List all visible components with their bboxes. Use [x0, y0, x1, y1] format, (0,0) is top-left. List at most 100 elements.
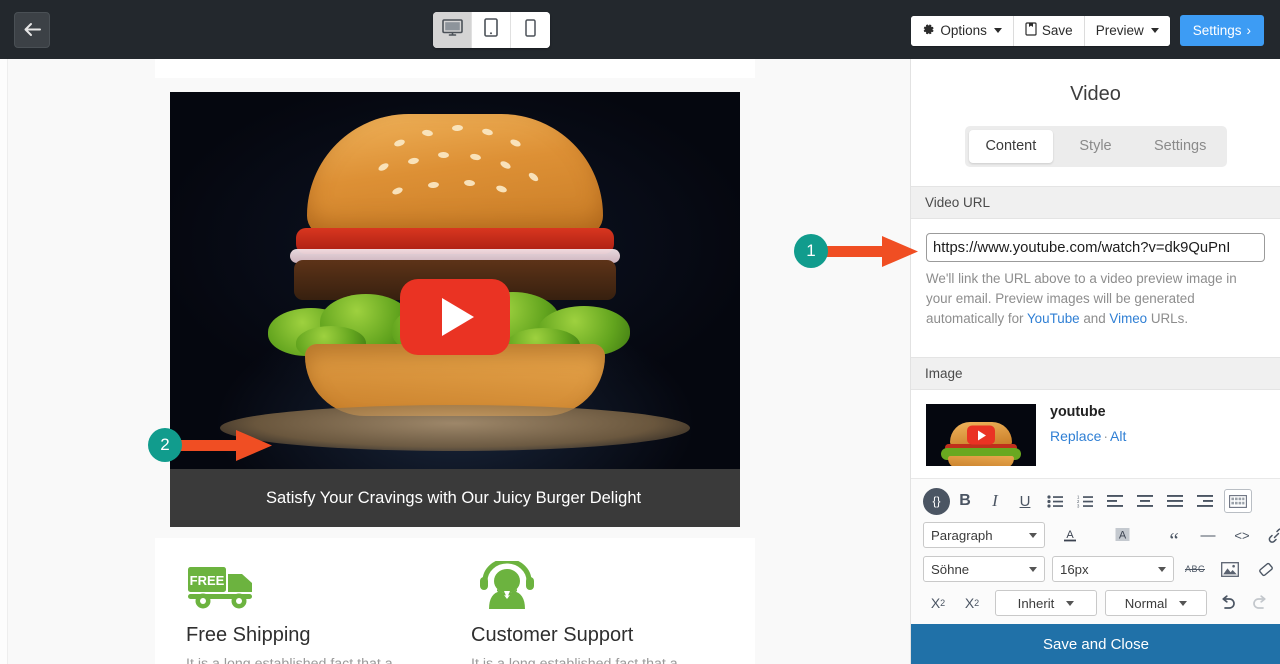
tablet-icon: [484, 18, 498, 42]
rich-text-toolbar: {} B I U 123 Paragraph A A “ — <> Söhne …: [911, 478, 1280, 629]
chevron-down-icon: [1158, 566, 1166, 572]
chevron-down-icon: [1029, 566, 1037, 572]
subscript-icon[interactable]: X2: [923, 590, 953, 616]
alt-text-link[interactable]: Alt: [1110, 428, 1126, 444]
bulleted-list-icon[interactable]: [1040, 488, 1070, 514]
tab-settings[interactable]: Settings: [1138, 130, 1223, 163]
line-height-select[interactable]: Inherit: [995, 590, 1097, 617]
align-right-icon[interactable]: [1190, 488, 1220, 514]
svg-text:A: A: [1118, 530, 1126, 542]
youtube-play-icon[interactable]: [400, 279, 510, 355]
video-preview-block[interactable]: [170, 92, 740, 469]
superscript-icon[interactable]: X2: [957, 590, 987, 616]
paragraph-style-select[interactable]: Paragraph: [923, 522, 1045, 549]
device-preview-group: [433, 12, 550, 48]
free-shipping-truck-icon: FREE: [186, 567, 258, 613]
settings-button[interactable]: Settings ›: [1179, 15, 1264, 46]
image-thumbnail[interactable]: [926, 404, 1036, 467]
image-row: youtube Replace · Alt: [911, 390, 1280, 478]
font-size-select[interactable]: 16px: [1052, 556, 1174, 583]
thumb-bottom-bun: [948, 456, 1014, 467]
letter-spacing-value: Normal: [1124, 595, 1168, 611]
video-caption-text: Satisfy Your Cravings with Our Juicy Bur…: [266, 488, 642, 507]
superscript-index: 2: [974, 598, 980, 609]
toolbar-row-4: X2 X2 Inherit Normal: [917, 588, 1274, 618]
align-center-icon[interactable]: [1130, 488, 1160, 514]
merge-tags-icon[interactable]: {}: [923, 487, 950, 515]
highlight-color-icon[interactable]: A: [1107, 522, 1137, 548]
chevron-down-icon: [1029, 532, 1037, 538]
video-url-input[interactable]: [926, 233, 1265, 262]
customer-support-headset-icon: [471, 558, 543, 613]
action-separator: ·: [1103, 428, 1109, 445]
device-mobile-button[interactable]: [511, 12, 550, 48]
annotation-arrow-1: [826, 234, 922, 275]
previous-content-block[interactable]: [155, 59, 755, 78]
horizontal-rule-icon[interactable]: —: [1193, 522, 1223, 548]
feature-title: Free Shipping: [186, 624, 311, 646]
panel-title: Video: [1070, 83, 1121, 105]
video-url-helper-text: We'll link the URL above to a video prev…: [926, 269, 1265, 328]
text-color-dropdown[interactable]: [1085, 522, 1101, 548]
toolbar-row-3: Söhne 16px ABC: [917, 554, 1274, 584]
letter-spacing-select[interactable]: Normal: [1105, 590, 1207, 617]
youtube-play-icon: [967, 425, 995, 445]
device-desktop-button[interactable]: [433, 12, 472, 48]
email-canvas[interactable]: Satisfy Your Cravings with Our Juicy Bur…: [0, 59, 910, 664]
feature-body: It is a long established fact that a rea…: [471, 656, 678, 664]
back-button[interactable]: [14, 11, 50, 48]
gear-icon: [922, 23, 935, 39]
youtube-link[interactable]: YouTube: [1027, 311, 1080, 326]
image-actions: Replace · Alt: [1050, 428, 1126, 444]
device-tablet-button[interactable]: [472, 12, 511, 48]
save-button[interactable]: Save: [1013, 15, 1085, 46]
bold-icon[interactable]: B: [950, 488, 980, 514]
save-and-close-button[interactable]: Save and Close: [911, 624, 1280, 664]
align-justify-icon[interactable]: [1160, 488, 1190, 514]
numbered-list-icon[interactable]: 123: [1070, 488, 1100, 514]
insert-image-icon[interactable]: [1215, 556, 1245, 582]
features-block[interactable]: FREE Free Shipping It is a long establis…: [155, 538, 755, 664]
italic-icon[interactable]: I: [980, 488, 1010, 514]
feature-free-shipping[interactable]: FREE Free Shipping It is a long establis…: [155, 538, 440, 664]
video-caption-block[interactable]: Satisfy Your Cravings with Our Juicy Bur…: [170, 469, 740, 527]
arrow-left-icon: [24, 22, 41, 37]
tab-style[interactable]: Style: [1053, 130, 1138, 163]
font-family-select[interactable]: Söhne: [923, 556, 1045, 583]
chevron-down-icon: [1150, 28, 1159, 33]
mobile-icon: [525, 18, 536, 42]
text-color-icon[interactable]: A: [1055, 522, 1085, 548]
link-icon[interactable]: [1261, 522, 1280, 548]
paragraph-style-value: Paragraph: [931, 527, 993, 543]
settings-sidebar: Video Content Style Settings Video URL W…: [910, 59, 1280, 664]
chevron-down-icon: [993, 28, 1002, 33]
video-url-field-wrap: We'll link the URL above to a video prev…: [911, 219, 1280, 338]
clear-formatting-icon[interactable]: [1250, 556, 1280, 582]
vimeo-link[interactable]: Vimeo: [1109, 311, 1147, 326]
tab-content[interactable]: Content: [968, 130, 1054, 163]
burger-top-bun: [307, 114, 603, 236]
options-label: Options: [940, 23, 987, 38]
preview-button[interactable]: Preview: [1084, 15, 1170, 46]
table-icon[interactable]: [1224, 489, 1252, 514]
strikethrough-icon[interactable]: ABC: [1180, 556, 1210, 582]
underline-icon[interactable]: U: [1010, 488, 1040, 514]
helper-suffix: URLs.: [1147, 310, 1189, 326]
top-toolbar: Options Save Preview Settings ›: [0, 0, 1280, 59]
feature-customer-support[interactable]: Customer Support It is a long establishe…: [440, 538, 725, 664]
save-document-icon: [1025, 22, 1037, 39]
save-label: Save: [1041, 23, 1073, 38]
action-button-group: Options Save Preview: [911, 15, 1170, 46]
subscript-index: 2: [940, 598, 946, 609]
options-button[interactable]: Options: [911, 15, 1014, 46]
replace-image-link[interactable]: Replace: [1050, 428, 1101, 444]
helper-mid: and: [1079, 310, 1110, 326]
align-left-icon[interactable]: [1100, 488, 1130, 514]
redo-icon[interactable]: [1245, 590, 1275, 616]
font-family-value: Söhne: [931, 561, 970, 577]
top-actions: Options Save Preview Settings ›: [911, 15, 1264, 46]
code-icon[interactable]: <>: [1227, 522, 1257, 548]
highlight-color-dropdown[interactable]: [1137, 522, 1153, 548]
blockquote-icon[interactable]: “: [1159, 522, 1189, 550]
undo-icon[interactable]: [1213, 590, 1243, 616]
